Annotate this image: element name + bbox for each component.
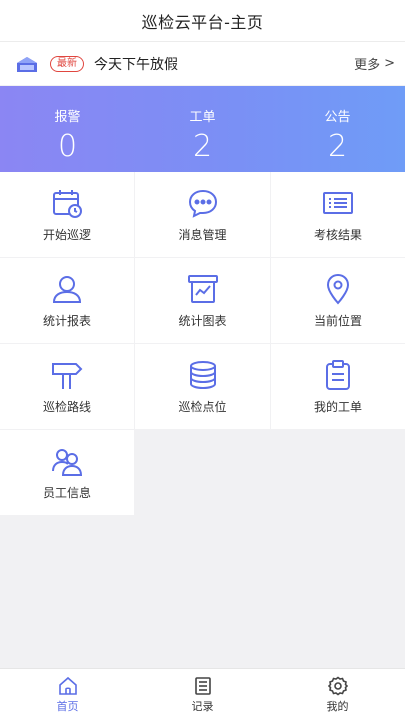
stat-label: 公告 xyxy=(324,110,351,125)
tab-label: 首页 xyxy=(56,699,79,713)
stat-work-order[interactable]: 工单 2 xyxy=(135,86,270,172)
menu-assessment-results[interactable]: 考核结果 xyxy=(271,172,405,257)
chevron-right-icon: > xyxy=(384,56,395,71)
menu-my-work-orders[interactable]: 我的工单 xyxy=(271,344,405,429)
database-stack-icon xyxy=(189,360,216,389)
calendar-clock-icon xyxy=(53,189,82,218)
menu-start-patrol[interactable]: 开始巡逻 xyxy=(0,172,134,257)
menu-label: 消息管理 xyxy=(178,227,227,242)
users-icon xyxy=(52,448,83,476)
home-icon xyxy=(58,676,77,695)
notice-bar[interactable]: 最新 今天下午放假 更多 > xyxy=(0,42,405,85)
notice-text[interactable]: 今天下午放假 xyxy=(94,54,354,74)
menu-statistics-chart[interactable]: 统计图表 xyxy=(135,258,270,343)
menu-label: 当前位置 xyxy=(313,313,362,328)
stat-value: 2 xyxy=(192,129,213,164)
tab-label: 记录 xyxy=(191,699,214,713)
stat-label: 报警 xyxy=(54,110,81,125)
stat-announcement[interactable]: 公告 2 xyxy=(270,86,405,172)
menu-label: 统计报表 xyxy=(42,313,91,328)
menu-label: 开始巡逻 xyxy=(42,227,91,242)
location-pin-icon xyxy=(326,273,350,304)
menu-employee-info[interactable]: 员工信息 xyxy=(0,430,134,515)
menu-label: 巡检点位 xyxy=(178,399,227,414)
gear-icon xyxy=(327,676,348,695)
chat-bubble-icon xyxy=(188,189,217,218)
menu-label: 考核结果 xyxy=(313,227,362,242)
menu-label: 巡检路线 xyxy=(42,399,91,414)
stats-banner: 报警 0 工单 2 公告 2 xyxy=(0,86,405,172)
chart-board-icon xyxy=(187,274,218,303)
menu-inspection-points[interactable]: 巡检点位 xyxy=(135,344,270,429)
menu-label: 统计图表 xyxy=(178,313,227,328)
menu-current-location[interactable]: 当前位置 xyxy=(271,258,405,343)
menu-message-management[interactable]: 消息管理 xyxy=(135,172,270,257)
stat-alarm[interactable]: 报警 0 xyxy=(0,86,135,172)
stat-value: 0 xyxy=(57,129,78,164)
menu-label: 员工信息 xyxy=(42,485,91,500)
tab-mine[interactable]: 我的 xyxy=(270,669,405,720)
tab-records[interactable]: 记录 xyxy=(135,669,270,720)
more-link[interactable]: 更多 > xyxy=(354,54,395,73)
tab-home[interactable]: 首页 xyxy=(0,669,135,720)
menu-grid: 开始巡逻 消息管理 考核结果 统计报表 统计图表 当前位置 巡检路线 巡检点位 … xyxy=(0,172,405,515)
more-label: 更多 xyxy=(354,58,381,73)
clipboard-icon xyxy=(326,359,350,390)
tab-label: 我的 xyxy=(326,699,349,713)
title-bar: 巡检云平台-主页 xyxy=(0,0,405,42)
stat-label: 工单 xyxy=(189,110,216,125)
stat-value: 2 xyxy=(327,129,348,164)
signpost-icon xyxy=(52,362,83,389)
menu-inspection-route[interactable]: 巡检路线 xyxy=(0,344,134,429)
menu-label: 我的工单 xyxy=(313,399,362,414)
house-flag-icon xyxy=(17,56,37,72)
list-card-icon xyxy=(323,191,353,214)
new-badge: 最新 xyxy=(50,55,84,72)
bottom-tab-bar: 首页 记录 我的 xyxy=(0,668,405,720)
menu-statistics-report[interactable]: 统计报表 xyxy=(0,258,134,343)
notebook-icon xyxy=(194,676,211,695)
page-title: 巡检云平台-主页 xyxy=(141,12,264,32)
user-icon xyxy=(52,275,82,303)
